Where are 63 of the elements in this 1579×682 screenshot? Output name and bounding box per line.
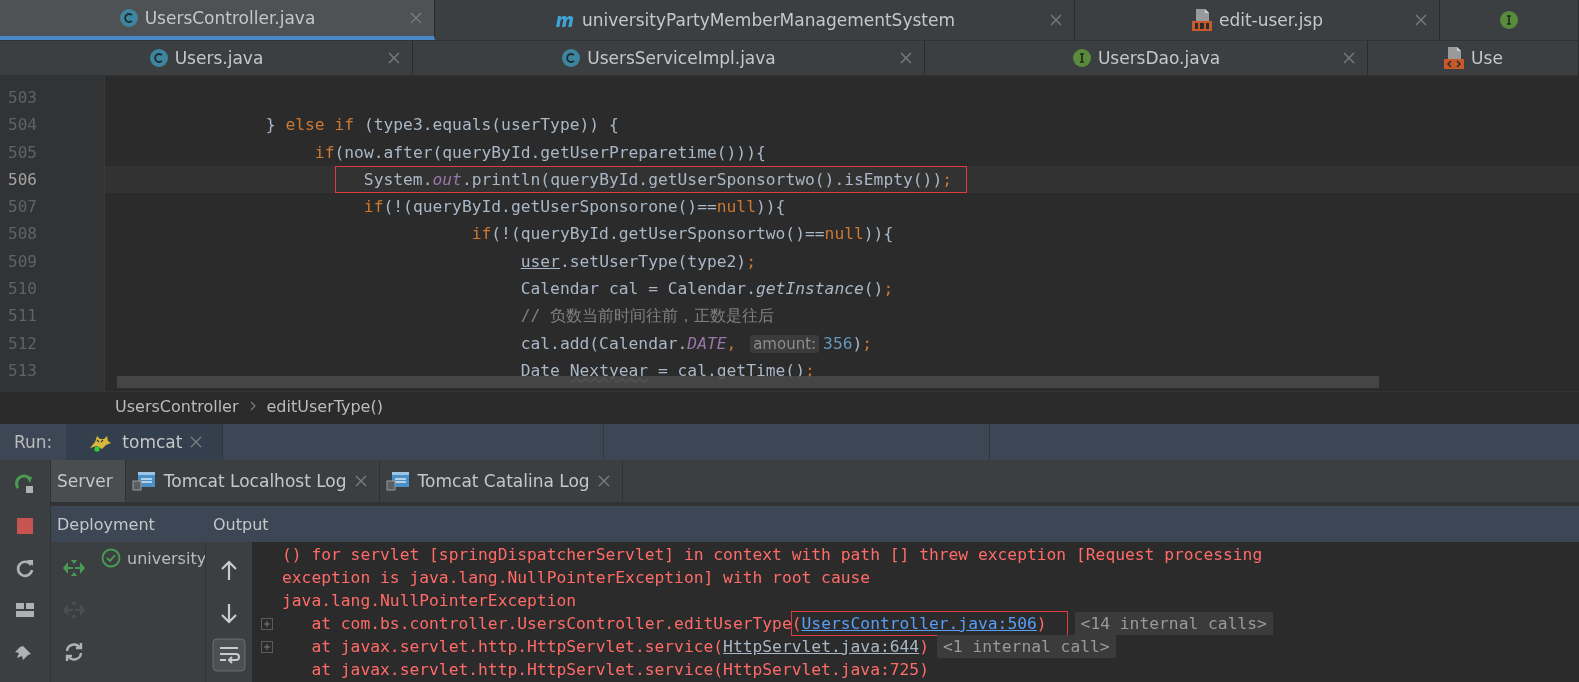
close-icon[interactable] bbox=[410, 12, 422, 24]
run-label: Run: bbox=[13, 431, 54, 454]
jsp-file-icon bbox=[1190, 8, 1213, 32]
internal-calls-fold[interactable]: <1 internal call> bbox=[936, 635, 1116, 658]
expand-icon[interactable] bbox=[261, 640, 273, 653]
breadcrumb-item[interactable]: UsersController bbox=[115, 396, 239, 416]
tool-tab[interactable]: Tomcat Catalina Log bbox=[379, 460, 623, 502]
tool-tab[interactable]: Tomcat Localhost Log bbox=[125, 460, 380, 502]
code-line: if(!(queryById.getUserSponsorone()==null)){ bbox=[363, 197, 786, 217]
deployment-header: Deployment bbox=[56, 514, 156, 534]
run-config-tab[interactable]: tomcat bbox=[66, 424, 223, 460]
class-file-icon bbox=[118, 8, 139, 28]
stack-trace-text: at javax.servlet.http.HttpServlet.service( bbox=[310, 636, 724, 658]
stack-trace-text: () for servlet [springDispatcherServlet] in context with path [] threw exception [Request processing bbox=[282, 544, 1263, 566]
close-icon[interactable] bbox=[900, 52, 912, 64]
interface-file-icon bbox=[1499, 10, 1519, 30]
editor-tab[interactable]: UsersServiceImpl.java bbox=[413, 41, 925, 75]
editor-tab[interactable]: UsersController.java bbox=[0, 0, 435, 40]
editor-tab[interactable]: Users.java bbox=[0, 41, 413, 75]
tool-tab[interactable]: Server bbox=[51, 460, 126, 502]
close-icon[interactable] bbox=[1050, 14, 1062, 26]
code-line: cal.add(Calendar.DATE, amount: 356); bbox=[520, 333, 873, 353]
stack-trace-text: ) bbox=[1036, 613, 1047, 635]
editor-tab[interactable]: edit-user.jsp bbox=[1075, 0, 1440, 40]
log-window-icon bbox=[385, 470, 410, 492]
code-line: if(!(queryById.getUserSponsortwo()==null)){ bbox=[471, 224, 894, 244]
editor-tab[interactable]: universityPartyMemberManagementSystem bbox=[435, 0, 1075, 40]
close-icon[interactable] bbox=[597, 475, 610, 487]
stack-trace-link[interactable]: HttpServlet.java:644 bbox=[723, 635, 920, 658]
code-line: // 负数当前时间往前，正数是往后 bbox=[520, 306, 775, 326]
editor-tab[interactable]: UsersDao.java bbox=[925, 41, 1368, 75]
editor-tab[interactable]: Use bbox=[1368, 41, 1579, 75]
stack-trace-text: at com.bs.controller.UsersController.editUserType bbox=[310, 613, 792, 635]
close-icon[interactable] bbox=[354, 475, 367, 487]
code-line: Date Nextyear = cal.getTime(); bbox=[520, 360, 815, 380]
stack-trace-link[interactable]: UsersController.java:506 bbox=[801, 612, 1037, 635]
stack-trace-text: java.lang.NullPointerException bbox=[282, 590, 577, 612]
close-icon[interactable] bbox=[190, 436, 203, 448]
deployment-item[interactable]: university bbox=[127, 548, 205, 568]
interface-file-icon bbox=[1071, 48, 1092, 68]
code-line: System.out.println(queryById.getUserSponsortwo().isEmpty()); bbox=[335, 166, 967, 192]
stack-trace-text: ) bbox=[919, 636, 929, 658]
close-icon[interactable] bbox=[1415, 14, 1427, 26]
code-line: Calendar cal = Calendar.getInstance(); bbox=[520, 279, 894, 299]
close-icon[interactable] bbox=[1343, 52, 1355, 64]
output-header: Output bbox=[212, 514, 269, 534]
code-line: if(now.after(queryById.getUserPreparetime())){ bbox=[314, 142, 766, 162]
line-number: 506 bbox=[7, 168, 38, 191]
soft-wrap-icon[interactable] bbox=[212, 638, 246, 672]
code-line: user.setUserType(type2); bbox=[520, 251, 756, 271]
class-file-icon bbox=[561, 48, 582, 68]
log-window-icon bbox=[131, 470, 156, 492]
expand-icon[interactable] bbox=[261, 617, 273, 630]
chevron-icon bbox=[248, 400, 257, 412]
stack-trace-text: ( bbox=[791, 613, 802, 635]
markup-file-icon bbox=[1443, 46, 1466, 70]
close-icon[interactable] bbox=[388, 52, 400, 64]
class-file-icon bbox=[148, 48, 169, 68]
internal-calls-fold[interactable]: <14 internal calls> bbox=[1074, 612, 1273, 635]
stack-trace-text: exception is java.lang.NullPointerException] with root cause bbox=[282, 567, 871, 589]
code-line: } else if (type3.equals(userType)) { bbox=[265, 115, 619, 135]
breadcrumb-item[interactable]: editUserType() bbox=[266, 396, 383, 416]
stack-trace-text: at javax.servlet.http.HttpServlet.service(HttpServlet.java:725) bbox=[310, 659, 929, 681]
